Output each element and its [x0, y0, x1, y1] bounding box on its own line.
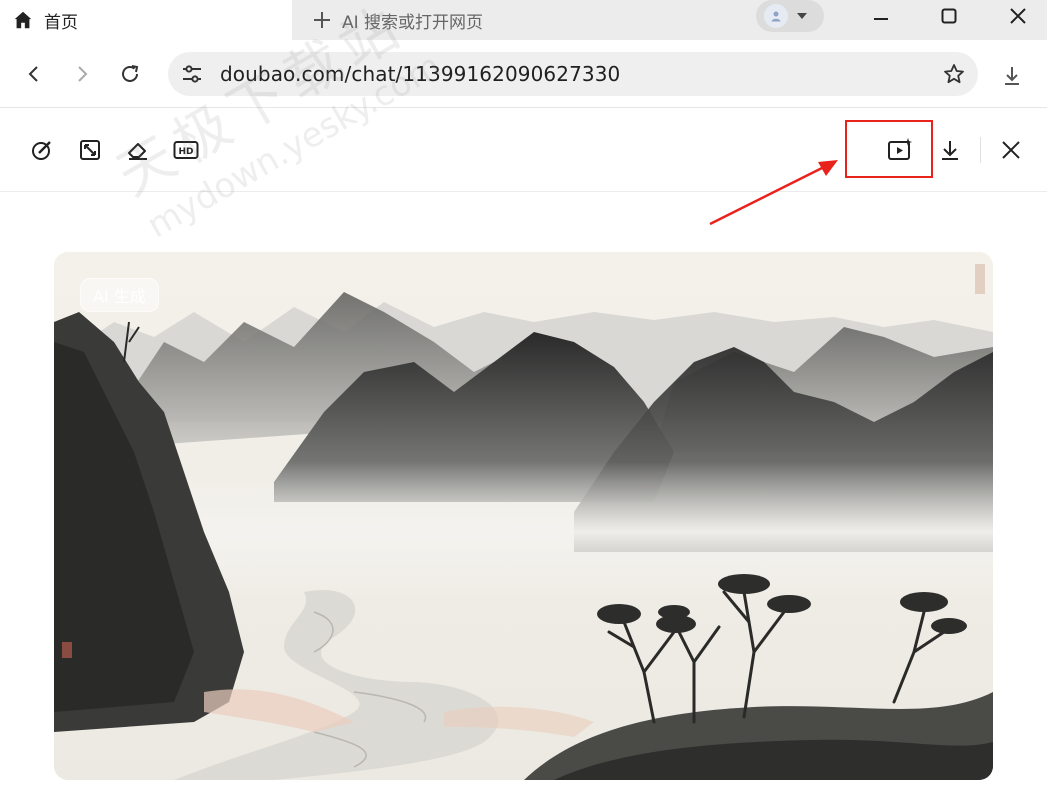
ink-landscape-painting [54, 252, 993, 780]
expand-button[interactable] [76, 136, 104, 164]
tab-home[interactable]: 首页 [0, 0, 292, 40]
window-close-button[interactable] [990, 0, 1046, 32]
forward-button[interactable] [66, 58, 98, 90]
maximize-button[interactable] [921, 0, 977, 32]
back-button[interactable] [18, 58, 50, 90]
eraser-icon [128, 143, 147, 160]
refresh-icon [122, 65, 139, 82]
highlight-annotation [845, 120, 933, 178]
tab-strip: 首页 AI 搜索或打开网页 [0, 0, 1047, 40]
download-icon [942, 141, 958, 160]
eraser-button[interactable] [124, 136, 152, 164]
maximize-icon [941, 8, 957, 24]
url-text[interactable]: doubao.com/chat/11399162090627330 [220, 62, 620, 86]
close-viewer-button[interactable] [997, 136, 1025, 164]
new-tab-button[interactable]: AI 搜索或打开网页 [312, 0, 483, 40]
expand-icon [80, 140, 100, 160]
ai-generated-badge: AI 生成 [80, 278, 159, 312]
close-icon [1010, 8, 1026, 24]
edit-icon [32, 141, 51, 160]
arrow-annotation [709, 160, 838, 226]
back-icon [28, 66, 38, 82]
minimize-icon [874, 18, 888, 20]
download-icon[interactable] [998, 62, 1026, 90]
site-settings-icon[interactable] [180, 62, 204, 86]
profile-button[interactable] [756, 0, 824, 32]
address-bar[interactable]: doubao.com/chat/11399162090627330 [168, 52, 978, 96]
star-icon[interactable] [942, 62, 966, 86]
hd-icon: HD [173, 141, 199, 159]
edit-button[interactable] [28, 136, 56, 164]
download-image-button[interactable] [936, 136, 964, 164]
tab-title: 首页 [44, 12, 78, 33]
generated-image[interactable]: AI 生成 [54, 252, 993, 780]
minimize-button[interactable] [853, 0, 909, 32]
home-icon [14, 11, 32, 29]
chevron-down-icon [797, 13, 807, 19]
new-tab-label: AI 搜索或打开网页 [342, 12, 484, 33]
refresh-button[interactable] [114, 58, 146, 90]
hd-label: HD [178, 147, 193, 157]
close-icon [1002, 141, 1020, 159]
avatar-icon [764, 4, 788, 28]
navigation-bar: doubao.com/chat/11399162090627330 [0, 40, 1047, 108]
plus-icon [314, 12, 330, 28]
forward-icon [78, 66, 88, 82]
toolbar-divider [980, 137, 981, 163]
hd-button[interactable]: HD [172, 136, 200, 164]
